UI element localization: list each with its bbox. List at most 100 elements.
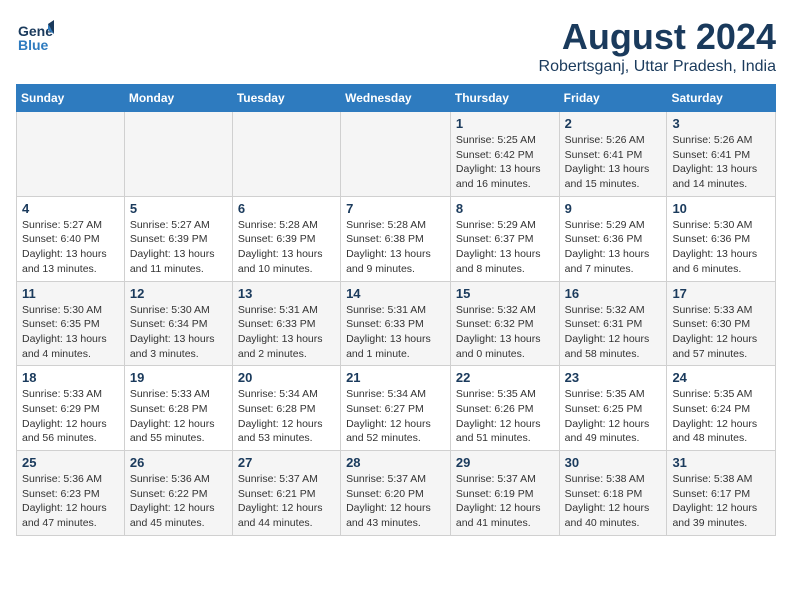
day-info: Sunrise: 5:28 AM Sunset: 6:39 PM Dayligh… (238, 218, 335, 277)
day-number: 3 (672, 116, 770, 131)
calendar-cell: 24 Sunrise: 5:35 AM Sunset: 6:24 PM Dayli… (667, 366, 776, 451)
calendar-cell: 9 Sunrise: 5:29 AM Sunset: 6:36 PM Daylig… (559, 196, 667, 281)
day-info: Sunrise: 5:30 AM Sunset: 6:35 PM Dayligh… (22, 303, 119, 362)
calendar-cell: 31 Sunrise: 5:38 AM Sunset: 6:17 PM Dayli… (667, 451, 776, 536)
day-info: Sunrise: 5:30 AM Sunset: 6:36 PM Dayligh… (672, 218, 770, 277)
calendar-cell: 17 Sunrise: 5:33 AM Sunset: 6:30 PM Dayli… (667, 281, 776, 366)
calendar-week-row: 25Sunrise: 5:36 AM Sunset: 6:23 PM Dayli… (17, 451, 776, 536)
calendar-cell: 29 Sunrise: 5:37 AM Sunset: 6:19 PM Dayli… (450, 451, 559, 536)
calendar-week-row: 1 Sunrise: 5:25 AM Sunset: 6:42 PM Daylig… (17, 112, 776, 197)
day-number: 15 (456, 286, 554, 301)
day-number: 11 (22, 286, 119, 301)
day-number: 23 (565, 370, 662, 385)
calendar-cell (232, 112, 340, 197)
logo-icon: General Blue (16, 16, 54, 54)
day-info: Sunrise: 5:26 AM Sunset: 6:41 PM Dayligh… (672, 133, 770, 192)
day-info: Sunrise: 5:32 AM Sunset: 6:32 PM Dayligh… (456, 303, 554, 362)
calendar-cell: 18 Sunrise: 5:33 AM Sunset: 6:29 PM Dayli… (17, 366, 125, 451)
day-number: 25 (22, 455, 119, 470)
title-area: August 2024 Robertsganj, Uttar Pradesh, … (539, 16, 776, 76)
day-info: Sunrise: 5:29 AM Sunset: 6:37 PM Dayligh… (456, 218, 554, 277)
weekday-header: Wednesday (341, 85, 451, 112)
day-info: Sunrise: 5:37 AM Sunset: 6:19 PM Dayligh… (456, 472, 554, 531)
day-info: Sunrise: 5:31 AM Sunset: 6:33 PM Dayligh… (346, 303, 445, 362)
day-info: Sunrise: 5:25 AM Sunset: 6:42 PM Dayligh… (456, 133, 554, 192)
calendar-cell: 27Sunrise: 5:37 AM Sunset: 6:21 PM Dayli… (232, 451, 340, 536)
day-number: 22 (456, 370, 554, 385)
calendar-cell: 22 Sunrise: 5:35 AM Sunset: 6:26 PM Dayli… (450, 366, 559, 451)
calendar-week-row: 18 Sunrise: 5:33 AM Sunset: 6:29 PM Dayli… (17, 366, 776, 451)
day-info: Sunrise: 5:36 AM Sunset: 6:22 PM Dayligh… (130, 472, 227, 531)
day-info: Sunrise: 5:26 AM Sunset: 6:41 PM Dayligh… (565, 133, 662, 192)
calendar-cell: 25Sunrise: 5:36 AM Sunset: 6:23 PM Dayli… (17, 451, 125, 536)
calendar-cell: 19Sunrise: 5:33 AM Sunset: 6:28 PM Dayli… (124, 366, 232, 451)
day-info: Sunrise: 5:38 AM Sunset: 6:18 PM Dayligh… (565, 472, 662, 531)
calendar-cell: 4Sunrise: 5:27 AM Sunset: 6:40 PM Daylig… (17, 196, 125, 281)
day-number: 14 (346, 286, 445, 301)
day-number: 21 (346, 370, 445, 385)
calendar-cell: 8 Sunrise: 5:29 AM Sunset: 6:37 PM Daylig… (450, 196, 559, 281)
calendar-cell: 10 Sunrise: 5:30 AM Sunset: 6:36 PM Dayli… (667, 196, 776, 281)
calendar-cell: 13Sunrise: 5:31 AM Sunset: 6:33 PM Dayli… (232, 281, 340, 366)
calendar-week-row: 4Sunrise: 5:27 AM Sunset: 6:40 PM Daylig… (17, 196, 776, 281)
day-number: 26 (130, 455, 227, 470)
header: General Blue August 2024 Robertsganj, Ut… (16, 16, 776, 76)
day-number: 10 (672, 201, 770, 216)
day-number: 24 (672, 370, 770, 385)
calendar-cell: 23Sunrise: 5:35 AM Sunset: 6:25 PM Dayli… (559, 366, 667, 451)
day-number: 6 (238, 201, 335, 216)
calendar-cell: 20 Sunrise: 5:34 AM Sunset: 6:28 PM Dayli… (232, 366, 340, 451)
day-number: 18 (22, 370, 119, 385)
weekday-header: Tuesday (232, 85, 340, 112)
calendar-table: SundayMondayTuesdayWednesdayThursdayFrid… (16, 84, 776, 536)
weekday-header: Saturday (667, 85, 776, 112)
calendar-cell: 2 Sunrise: 5:26 AM Sunset: 6:41 PM Daylig… (559, 112, 667, 197)
day-number: 20 (238, 370, 335, 385)
day-number: 19 (130, 370, 227, 385)
day-number: 9 (565, 201, 662, 216)
day-info: Sunrise: 5:27 AM Sunset: 6:40 PM Dayligh… (22, 218, 119, 277)
day-info: Sunrise: 5:35 AM Sunset: 6:26 PM Dayligh… (456, 387, 554, 446)
calendar-cell: 5Sunrise: 5:27 AM Sunset: 6:39 PM Daylig… (124, 196, 232, 281)
day-number: 13 (238, 286, 335, 301)
day-number: 12 (130, 286, 227, 301)
weekday-header: Monday (124, 85, 232, 112)
day-number: 2 (565, 116, 662, 131)
svg-text:Blue: Blue (18, 37, 49, 53)
day-info: Sunrise: 5:34 AM Sunset: 6:27 PM Dayligh… (346, 387, 445, 446)
day-number: 8 (456, 201, 554, 216)
day-info: Sunrise: 5:29 AM Sunset: 6:36 PM Dayligh… (565, 218, 662, 277)
day-info: Sunrise: 5:30 AM Sunset: 6:34 PM Dayligh… (130, 303, 227, 362)
day-number: 28 (346, 455, 445, 470)
day-number: 31 (672, 455, 770, 470)
calendar-cell: 26 Sunrise: 5:36 AM Sunset: 6:22 PM Dayli… (124, 451, 232, 536)
day-number: 1 (456, 116, 554, 131)
day-info: Sunrise: 5:37 AM Sunset: 6:20 PM Dayligh… (346, 472, 445, 531)
calendar-cell: 15 Sunrise: 5:32 AM Sunset: 6:32 PM Dayli… (450, 281, 559, 366)
calendar-cell: 6 Sunrise: 5:28 AM Sunset: 6:39 PM Daylig… (232, 196, 340, 281)
logo: General Blue (16, 16, 54, 54)
day-number: 5 (130, 201, 227, 216)
day-info: Sunrise: 5:33 AM Sunset: 6:30 PM Dayligh… (672, 303, 770, 362)
calendar-cell (17, 112, 125, 197)
calendar-cell (124, 112, 232, 197)
calendar-cell: 14 Sunrise: 5:31 AM Sunset: 6:33 PM Dayli… (341, 281, 451, 366)
calendar-cell: 7Sunrise: 5:28 AM Sunset: 6:38 PM Daylig… (341, 196, 451, 281)
main-title: August 2024 (539, 16, 776, 58)
day-info: Sunrise: 5:33 AM Sunset: 6:29 PM Dayligh… (22, 387, 119, 446)
calendar-cell: 3 Sunrise: 5:26 AM Sunset: 6:41 PM Daylig… (667, 112, 776, 197)
calendar-cell: 28 Sunrise: 5:37 AM Sunset: 6:20 PM Dayli… (341, 451, 451, 536)
calendar-cell: 11 Sunrise: 5:30 AM Sunset: 6:35 PM Dayli… (17, 281, 125, 366)
calendar-cell: 1 Sunrise: 5:25 AM Sunset: 6:42 PM Daylig… (450, 112, 559, 197)
calendar-cell: 30Sunrise: 5:38 AM Sunset: 6:18 PM Dayli… (559, 451, 667, 536)
day-info: Sunrise: 5:32 AM Sunset: 6:31 PM Dayligh… (565, 303, 662, 362)
weekday-header: Thursday (450, 85, 559, 112)
day-info: Sunrise: 5:34 AM Sunset: 6:28 PM Dayligh… (238, 387, 335, 446)
day-number: 16 (565, 286, 662, 301)
calendar-cell: 12 Sunrise: 5:30 AM Sunset: 6:34 PM Dayli… (124, 281, 232, 366)
day-info: Sunrise: 5:35 AM Sunset: 6:24 PM Dayligh… (672, 387, 770, 446)
day-info: Sunrise: 5:38 AM Sunset: 6:17 PM Dayligh… (672, 472, 770, 531)
header-row: SundayMondayTuesdayWednesdayThursdayFrid… (17, 85, 776, 112)
day-number: 17 (672, 286, 770, 301)
day-number: 29 (456, 455, 554, 470)
